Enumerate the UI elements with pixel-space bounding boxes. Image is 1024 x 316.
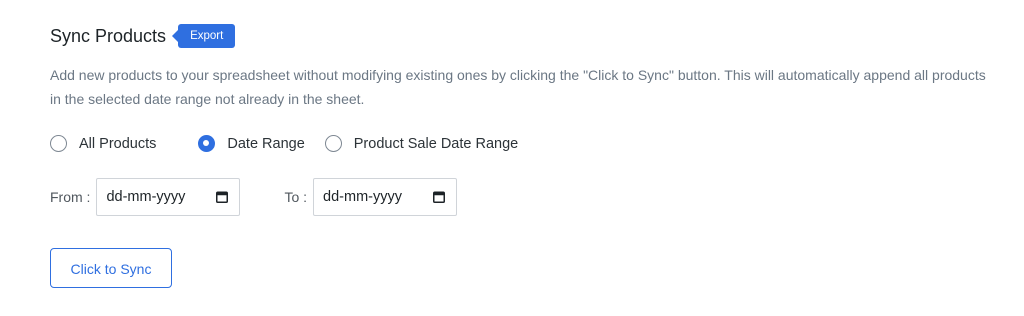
radio-date-range[interactable]: [198, 135, 216, 152]
section-title: Sync Products: [50, 25, 167, 46]
to-date-placeholder: dd-mm-yyyy: [323, 189, 402, 205]
from-date-input[interactable]: dd-mm-yyyy: [96, 178, 241, 216]
calendar-icon[interactable]: [216, 191, 229, 203]
radio-option-product-sale-date-range[interactable]: Product Sale Date Range: [324, 135, 519, 152]
to-label: To :: [284, 189, 308, 205]
radio-label-product-sale-date-range: Product Sale Date Range: [353, 135, 519, 152]
calendar-icon[interactable]: [433, 191, 446, 203]
sync-mode-radio-group: All Products Date Range Product Sale Dat…: [50, 135, 518, 152]
radio-option-all-products[interactable]: All Products: [50, 135, 156, 152]
title-row: Sync Products Export: [50, 24, 236, 48]
to-date-input[interactable]: dd-mm-yyyy: [313, 178, 458, 216]
radio-all-products[interactable]: [50, 135, 67, 152]
radio-label-all-products: All Products: [79, 135, 157, 152]
radio-option-date-range[interactable]: Date Range: [198, 135, 305, 152]
from-label: From :: [50, 189, 91, 205]
click-to-sync-button[interactable]: Click to Sync: [50, 248, 172, 288]
radio-label-date-range: Date Range: [227, 135, 305, 152]
section-description: Add new products to your spreadsheet wit…: [50, 67, 986, 107]
date-range-fields: From : dd-mm-yyyy To : dd-mm-yyyy: [50, 178, 458, 216]
radio-product-sale-date-range[interactable]: [324, 135, 342, 152]
from-date-placeholder: dd-mm-yyyy: [106, 189, 186, 205]
export-badge: Export: [172, 24, 236, 48]
sync-products-panel: Sync Products Export Add new products to…: [0, 0, 1024, 316]
